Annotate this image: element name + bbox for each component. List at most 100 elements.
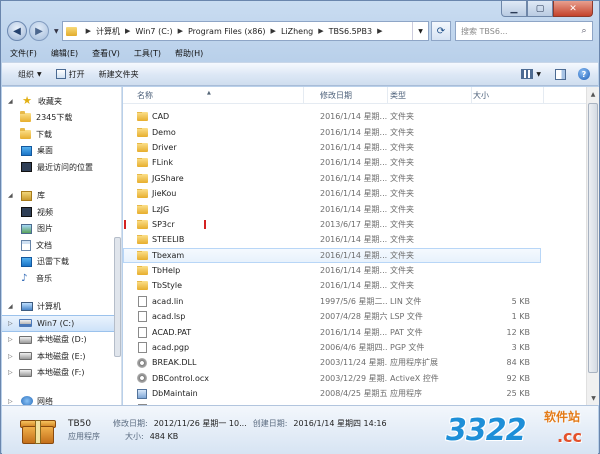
open-button[interactable]: 打开: [55, 69, 85, 80]
column-date[interactable]: 修改日期: [304, 87, 388, 104]
nav-network[interactable]: ▷ 网络: [2, 393, 121, 405]
file-name-cell[interactable]: TbHelp: [123, 266, 304, 276]
nav-item-desktop[interactable]: 桌面: [2, 143, 121, 160]
breadcrumb-arrow-icon[interactable]: ▶: [318, 27, 323, 35]
file-name[interactable]: Driver: [152, 143, 177, 152]
file-name-cell[interactable]: DBControl.ocx: [123, 373, 304, 384]
breadcrumb-item[interactable]: LiZheng: [281, 27, 313, 36]
nav-item-pictures[interactable]: 图片: [2, 221, 121, 238]
menu-file[interactable]: 文件(F): [10, 48, 37, 59]
file-row[interactable]: Demo 2016/1/14 星期... 文件夹: [123, 124, 586, 139]
file-row[interactable]: CAD 2016/1/14 星期... 文件夹: [123, 109, 586, 124]
file-row[interactable]: DBControl.ocx 2003/12/29 星期... ActiveX 控件 9…: [123, 371, 586, 386]
search-box[interactable]: 搜索 TBS6... ⌕: [455, 21, 593, 41]
file-name-cell[interactable]: ACAD.PAT: [123, 326, 304, 338]
address-bar[interactable]: ▶ 计算机 ▶ Win7 (C:) ▶ Program Files (x86) …: [61, 21, 429, 41]
file-row[interactable]: FLink 2016/1/14 星期... 文件夹: [123, 155, 586, 170]
nav-pane-scrollbar[interactable]: [113, 87, 122, 405]
file-name[interactable]: acad.lin: [152, 297, 183, 306]
menu-tools[interactable]: 工具(T): [134, 48, 161, 59]
file-name-cell[interactable]: acad.pgp: [123, 342, 304, 354]
file-row[interactable]: ACAD.PAT 2016/1/14 星期... PAT 文件 12 KB: [123, 324, 586, 339]
file-list-scrollbar[interactable]: ▲ ▼: [586, 87, 599, 405]
file-name-cell[interactable]: DbMaintain: [123, 388, 304, 399]
nav-drive-f[interactable]: ▷ 本地磁盘 (F:): [2, 365, 121, 382]
breadcrumb-arrow-icon[interactable]: ▶: [125, 27, 130, 35]
change-view-icon[interactable]: [521, 69, 534, 79]
recent-pages-dropdown[interactable]: ▼: [54, 28, 59, 35]
expand-arrow-icon[interactable]: ▷: [8, 336, 16, 343]
file-row[interactable]: acad.pgp 2006/4/6 星期四... PGP 文件 3 KB: [123, 340, 586, 355]
file-name-cell[interactable]: Tbexam: [123, 250, 304, 260]
menu-help[interactable]: 帮助(H): [175, 48, 203, 59]
file-name-cell[interactable]: LzJG: [123, 204, 304, 214]
nav-item-2345-download[interactable]: 2345下载: [2, 110, 121, 127]
file-name-cell[interactable]: Demo: [123, 127, 304, 137]
preview-pane-icon[interactable]: [555, 68, 566, 80]
breadcrumb-item[interactable]: 计算机: [96, 26, 120, 37]
nav-pane-scroll-thumb[interactable]: [114, 237, 121, 357]
file-name[interactable]: TbHelp: [152, 266, 180, 275]
refresh-button[interactable]: ⟳: [431, 21, 451, 41]
column-type[interactable]: 类型: [388, 87, 472, 104]
file-name[interactable]: acad.pgp: [152, 343, 189, 352]
breadcrumb-item[interactable]: Program Files (x86): [188, 27, 266, 36]
nav-computer[interactable]: ◢ 计算机: [2, 299, 121, 316]
file-row[interactable]: BREAK.DLL 2003/11/24 星期... 应用程序扩展 84 KB: [123, 355, 586, 370]
file-row[interactable]: Driver 2016/1/14 星期... 文件夹: [123, 140, 586, 155]
file-name-cell[interactable]: BREAK.DLL: [123, 357, 304, 368]
address-dropdown-icon[interactable]: ▼: [412, 22, 428, 40]
file-name[interactable]: LzJG: [152, 205, 169, 214]
nav-favorites[interactable]: ◢ ★ 收藏夹: [2, 93, 121, 110]
forward-button[interactable]: ▶: [29, 21, 49, 41]
expand-arrow-icon[interactable]: ▷: [8, 353, 16, 360]
file-name[interactable]: BREAK.DLL: [152, 358, 196, 367]
file-name[interactable]: CAD: [152, 112, 169, 121]
new-folder-button[interactable]: 新建文件夹: [99, 69, 139, 80]
file-name-cell[interactable]: Driver: [123, 142, 304, 152]
file-row[interactable]: JGShare 2016/1/14 星期... 文件夹: [123, 171, 586, 186]
maximize-button[interactable]: ▢: [527, 1, 553, 17]
file-name-cell[interactable]: SP3cr: [123, 219, 304, 229]
file-row[interactable]: Tbexam 2016/1/14 星期... 文件夹: [123, 247, 541, 263]
file-name[interactable]: JieKou: [152, 189, 176, 198]
nav-item-thunder-downloads[interactable]: 迅雷下载: [2, 254, 121, 271]
collapse-arrow-icon[interactable]: ◢: [8, 192, 16, 199]
file-name-cell[interactable]: CAD: [123, 112, 304, 122]
collapse-arrow-icon[interactable]: ◢: [8, 303, 16, 310]
file-name[interactable]: JGShare: [152, 174, 184, 183]
back-button[interactable]: ◀: [7, 21, 27, 41]
breadcrumb-item[interactable]: TBS6.5PB3: [329, 27, 372, 36]
file-row[interactable]: TbStyle 2016/1/14 星期... 文件夹: [123, 278, 586, 293]
file-name[interactable]: acad.lsp: [152, 312, 185, 321]
file-name[interactable]: Demo: [152, 128, 176, 137]
file-name[interactable]: FLink: [152, 158, 173, 167]
file-name-cell[interactable]: acad.lin: [123, 295, 304, 307]
nav-item-videos[interactable]: 视频: [2, 204, 121, 221]
column-size[interactable]: 大小: [472, 87, 544, 104]
nav-libraries[interactable]: ◢ 库: [2, 188, 121, 205]
file-name[interactable]: DBControl.ocx: [152, 374, 209, 383]
column-name[interactable]: ▲ 名称: [123, 87, 304, 104]
breadcrumb-arrow-icon[interactable]: ▶: [377, 27, 382, 35]
scroll-up-arrow-icon[interactable]: ▲: [587, 87, 599, 101]
file-name[interactable]: DbMaintain: [152, 389, 198, 398]
file-list-scroll-thumb[interactable]: [588, 103, 598, 373]
file-row[interactable]: STEELIB 2016/1/14 星期... 文件夹: [123, 232, 586, 247]
file-name[interactable]: TbStyle: [152, 281, 182, 290]
file-name-cell[interactable]: acad.lsp: [123, 311, 304, 323]
nav-item-recent-places[interactable]: 最近访问的位置: [2, 159, 121, 176]
search-input[interactable]: 搜索 TBS6...: [461, 26, 576, 37]
view-options-chevron-icon[interactable]: ▼: [536, 71, 541, 78]
breadcrumb-arrow-icon[interactable]: ▶: [86, 27, 91, 35]
file-name[interactable]: Tbexam: [152, 251, 184, 260]
organize-button[interactable]: 组织 ▼: [18, 69, 42, 80]
scroll-down-arrow-icon[interactable]: ▼: [587, 391, 600, 405]
breadcrumb-item[interactable]: Win7 (C:): [135, 27, 172, 36]
file-name[interactable]: STEELIB: [152, 235, 184, 244]
file-row[interactable]: JieKou 2016/1/14 星期... 文件夹: [123, 186, 586, 201]
nav-drive-c[interactable]: ▷ Win7 (C:): [2, 315, 121, 332]
file-name-cell[interactable]: JieKou: [123, 189, 304, 199]
file-row[interactable]: acad.lsp 2007/4/28 星期六... LSP 文件 1 KB: [123, 309, 586, 324]
file-row[interactable]: LzJG 2016/1/14 星期... 文件夹: [123, 201, 586, 216]
